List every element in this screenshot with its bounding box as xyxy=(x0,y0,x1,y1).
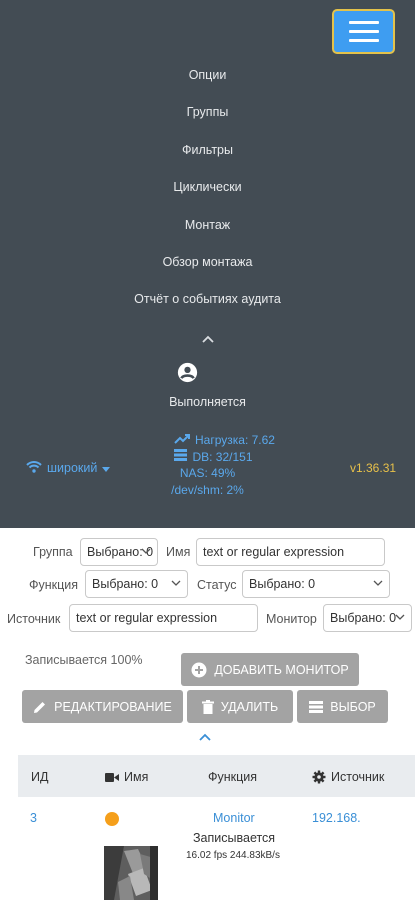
account-circle-icon[interactable] xyxy=(177,362,198,388)
trending-up-icon xyxy=(174,432,191,449)
menu-item-options[interactable]: Опции xyxy=(0,68,415,82)
monitor-label: Монитор xyxy=(266,612,317,626)
column-id[interactable]: ИД xyxy=(31,770,48,784)
pencil-icon xyxy=(34,701,46,713)
menu-bar xyxy=(348,39,379,42)
chevron-down-icon xyxy=(395,614,405,620)
status-select-value: Выбрано: 0 xyxy=(249,577,316,591)
plus-circle-icon xyxy=(191,662,207,677)
chevron-up-icon[interactable] xyxy=(199,728,211,746)
menu-item-montage[interactable]: Монтаж xyxy=(0,218,415,232)
table-header: ИД Имя Функция Источник xyxy=(18,755,415,797)
menu-item-montage-review[interactable]: Обзор монтажа xyxy=(0,255,415,269)
chevron-down-icon xyxy=(171,580,181,586)
trash-icon xyxy=(201,699,214,714)
add-monitor-button[interactable]: ДОБАВИТЬ МОНИТОР xyxy=(181,653,359,686)
monitor-select-value: Выбрано: 0 xyxy=(330,611,397,625)
function-label: Функция xyxy=(29,578,79,592)
list-icon xyxy=(309,700,324,713)
navbar: Опции Группы Фильтры Циклически Монтаж О… xyxy=(0,0,415,528)
load-stat: Нагрузка: 7.62 xyxy=(195,433,275,447)
monitor-fps: 16.02 fps 244.83kB/s xyxy=(186,850,280,861)
db-stat: DB: 32/151 xyxy=(192,449,253,464)
bandwidth-dropdown[interactable]: широкий xyxy=(26,460,111,476)
run-state-text: Выполняется xyxy=(169,395,246,409)
menu-item-filters[interactable]: Фильтры xyxy=(0,143,415,157)
wifi-icon xyxy=(26,460,42,476)
database-icon xyxy=(174,448,188,466)
edit-label: РЕДАКТИРОВАНИЕ xyxy=(54,699,172,714)
menu-bar xyxy=(348,21,379,24)
chevron-up-icon[interactable] xyxy=(198,330,218,348)
source-filter-input[interactable]: text or regular expression xyxy=(69,604,258,632)
menu-item-audit-report[interactable]: Отчёт о событиях аудита xyxy=(0,292,415,306)
shm-stat: /dev/shm: 2% xyxy=(171,482,244,497)
name-filter-input[interactable]: text or regular expression xyxy=(196,538,385,566)
video-camera-icon xyxy=(105,772,119,782)
column-function[interactable]: Функция xyxy=(208,770,257,784)
caret-down-icon xyxy=(102,461,111,475)
function-select[interactable]: Выбрано: 0 xyxy=(85,570,188,598)
select-button[interactable]: ВЫБОР xyxy=(297,690,388,723)
monitor-table: ИД Имя Функция Источник 3 Monitor Записы… xyxy=(18,755,415,900)
status-label: Статус xyxy=(197,578,237,592)
monitor-id-link[interactable]: 3 xyxy=(30,811,37,825)
column-source[interactable]: Источник xyxy=(312,770,384,784)
monitor-source-link[interactable]: 192.168. xyxy=(312,811,361,825)
bandwidth-label: широкий xyxy=(47,461,98,475)
version-label[interactable]: v1.36.31 xyxy=(350,461,396,475)
column-name[interactable]: Имя xyxy=(105,770,148,784)
recording-status-dot xyxy=(105,812,119,826)
menu-bar xyxy=(348,30,379,33)
chevron-down-icon xyxy=(373,580,383,586)
name-label: Имя xyxy=(166,545,191,559)
column-source-label: Источник xyxy=(331,770,385,784)
gear-icon xyxy=(312,770,326,784)
group-select[interactable]: Выбрано: 0 xyxy=(80,538,158,566)
menu-item-groups[interactable]: Группы xyxy=(0,105,415,119)
recording-summary: Записывается 100% xyxy=(25,653,143,667)
add-monitor-label: ДОБАВИТЬ МОНИТОР xyxy=(214,662,349,677)
group-label: Группа xyxy=(33,545,73,559)
monitor-status: Записывается xyxy=(193,831,276,845)
column-name-label: Имя xyxy=(124,770,149,784)
monitor-function-link[interactable]: Monitor xyxy=(213,811,255,825)
hamburger-menu-button[interactable] xyxy=(332,9,395,54)
function-select-value: Выбрано: 0 xyxy=(92,577,159,591)
menu-item-cycle[interactable]: Циклически xyxy=(0,180,415,194)
monitor-thumbnail[interactable] xyxy=(104,846,158,900)
status-select[interactable]: Выбрано: 0 xyxy=(242,570,390,598)
source-label: Источник xyxy=(7,612,61,626)
delete-button[interactable]: УДАЛИТЬ xyxy=(187,690,293,723)
edit-button[interactable]: РЕДАКТИРОВАНИЕ xyxy=(22,690,183,723)
monitor-select[interactable]: Выбрано: 0 xyxy=(323,604,412,632)
select-label: ВЫБОР xyxy=(330,699,376,714)
delete-label: УДАЛИТЬ xyxy=(220,699,279,714)
chevron-down-icon xyxy=(141,548,151,554)
